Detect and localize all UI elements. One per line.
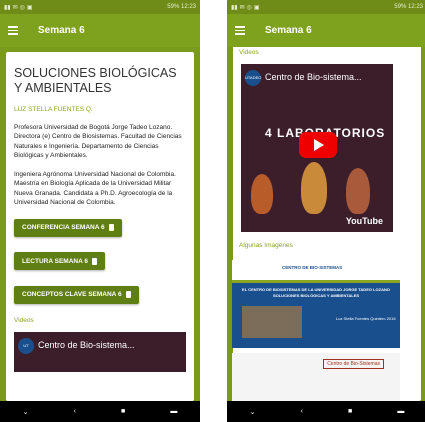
content-area[interactable]: Videos UTADEO Centro de Bio-sistema... 4… xyxy=(227,47,425,401)
reading-button[interactable]: LECTURA SEMANA 6 xyxy=(14,252,105,271)
conference-button[interactable]: CONFERENCIA SEMANA 6 xyxy=(14,218,122,237)
conference-button-label: CONFERENCIA SEMANA 6 xyxy=(22,224,105,232)
video-player[interactable]: UTADEO Centro de Bio-sistema... 4 LABORA… xyxy=(241,64,393,232)
notification-icons: ▮▮ ✉ ◎ ▣ xyxy=(231,4,260,11)
gallery-image-1[interactable]: CENTRO DE BIO-SISTEMAS EL CENTRO DE BIOS… xyxy=(232,260,400,348)
image-caption: EL CENTRO DE BIOSISTEMAS DE LA UNIVERSID… xyxy=(242,287,390,298)
status-right: 59% 12:23 xyxy=(167,4,196,10)
phone-screen-left: ▮▮ ✉ ◎ ▣ 59% 12:23 Semana 6 SOLUCIONES BIOL… xyxy=(0,0,200,422)
key-concepts-button[interactable]: CONCEPTOS CLAVE SEMANA 6 xyxy=(14,285,139,304)
presenter-name: Luz Stella Fuentes Quintero 2016 xyxy=(336,316,396,321)
document-icon xyxy=(125,291,131,299)
youtube-play-icon[interactable] xyxy=(299,132,337,158)
app-bar: Semana 6 xyxy=(0,14,200,47)
images-label: Algunas Imagenes xyxy=(239,242,293,249)
notification-icons: ▮▮ ✉ ◎ ▣ xyxy=(4,4,33,11)
flask-image xyxy=(346,168,370,214)
reading-button-label: LECTURA SEMANA 6 xyxy=(22,257,88,265)
status-right: 59% 12:23 xyxy=(394,4,423,10)
phone-screen-right: ▮▮ ✉ ◎ ▣ 59% 12:23 Semana 6 Videos UTADEO C… xyxy=(227,0,425,422)
videos-label: Videos xyxy=(239,49,259,56)
app-title: Semana 6 xyxy=(265,25,312,36)
video-thumbnail[interactable]: UT Centro de Bio-sistema... xyxy=(14,331,186,372)
gallery-image-2[interactable]: Centro de Bio-Sistemas xyxy=(232,353,400,401)
nav-home-icon[interactable]: ■ xyxy=(121,408,125,415)
hamburger-menu-icon[interactable] xyxy=(8,14,26,47)
clock: 12:23 xyxy=(180,4,196,10)
app-title: Semana 6 xyxy=(38,25,85,36)
system-nav-bar: ⌄ ‹ ■ ▬ xyxy=(227,401,425,422)
app-bar: Semana 6 xyxy=(227,14,425,47)
image-stripe xyxy=(232,280,400,283)
battery-percent: 59% xyxy=(167,4,180,10)
nav-back-icon[interactable]: ‹ xyxy=(74,408,76,415)
clock: 12:23 xyxy=(407,4,423,10)
building-photo xyxy=(242,306,302,338)
video-title: Centro de Bio-sistema... xyxy=(38,339,135,350)
image-header-text: CENTRO DE BIO-SISTEMAS xyxy=(282,265,343,270)
status-bar: ▮▮ ✉ ◎ ▣ 59% 12:23 xyxy=(227,0,425,14)
key-concepts-button-label: CONCEPTOS CLAVE SEMANA 6 xyxy=(22,291,122,299)
content-area[interactable]: SOLUCIONES BIOLÓGICAS Y AMBIENTALES LUZ … xyxy=(0,47,200,401)
nav-recent-icon[interactable]: ▬ xyxy=(170,408,177,415)
utadeo-logo-icon: UT xyxy=(18,337,34,354)
content-card: SOLUCIONES BIOLÓGICAS Y AMBIENTALES LUZ … xyxy=(6,52,194,401)
image-header-text: Centro de Bio-Sistemas xyxy=(323,359,384,369)
status-bar: ▮▮ ✉ ◎ ▣ 59% 12:23 xyxy=(0,0,200,14)
page-title: SOLUCIONES BIOLÓGICAS Y AMBIENTALES xyxy=(14,66,177,95)
youtube-logo: YouTube xyxy=(345,216,383,226)
nav-down-icon[interactable]: ⌄ xyxy=(250,408,256,416)
bio-paragraph-2: Ingeniera Agrónoma Universidad Nacional … xyxy=(14,170,176,206)
nav-down-icon[interactable]: ⌄ xyxy=(23,408,29,416)
flask-image xyxy=(251,174,273,214)
document-icon xyxy=(108,224,114,232)
nav-home-icon[interactable]: ■ xyxy=(348,408,352,415)
video-title: Centro de Bio-sistema... xyxy=(265,72,362,82)
hamburger-menu-icon[interactable] xyxy=(235,14,253,47)
document-icon xyxy=(91,257,97,265)
battery-percent: 59% xyxy=(394,4,407,10)
bio-paragraph-1: Profesora Universidad de Bogotá Jorge Ta… xyxy=(14,124,182,160)
nav-back-icon[interactable]: ‹ xyxy=(301,408,303,415)
videos-label: Videos xyxy=(14,316,34,324)
utadeo-logo-icon: UTADEO xyxy=(245,70,261,86)
nav-recent-icon[interactable]: ▬ xyxy=(397,408,404,415)
flask-image xyxy=(301,162,327,214)
image-header: CENTRO DE BIO-SISTEMAS xyxy=(232,260,400,282)
system-nav-bar: ⌄ ‹ ■ ▬ xyxy=(0,401,200,422)
author-name: LUZ STELLA FUENTES Q. xyxy=(14,106,93,113)
